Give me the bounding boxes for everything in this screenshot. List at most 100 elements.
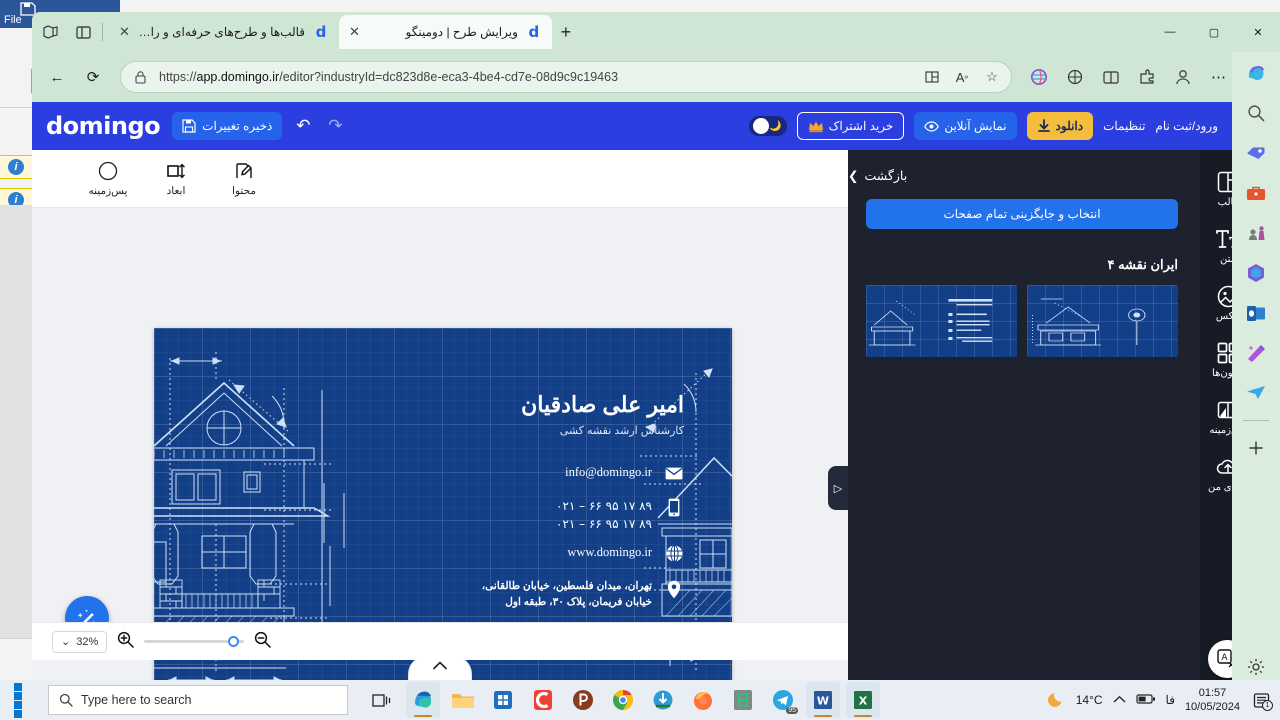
download-button[interactable]: دانلود xyxy=(1026,112,1094,140)
taskbar-app-microsoft-store[interactable] xyxy=(486,682,520,718)
close-icon[interactable]: ✕ xyxy=(119,24,130,40)
games-icon[interactable] xyxy=(1243,220,1269,246)
notifications-button[interactable]: 1 xyxy=(1250,689,1273,711)
icons-grid-icon xyxy=(1200,340,1232,366)
tab-actions-icon[interactable] xyxy=(38,19,64,45)
buy-subscription-button[interactable]: خرید اشتراک xyxy=(796,112,905,140)
settings-link[interactable]: تنظیمات xyxy=(1103,119,1145,133)
login-register-link[interactable]: ورود/ثبت نام xyxy=(1155,119,1218,133)
maximize-button[interactable]: ▢ xyxy=(1192,15,1236,49)
rail-item-template[interactable]: قالب xyxy=(1200,160,1232,217)
taskbar-app-word[interactable]: W xyxy=(806,682,840,718)
reload-button[interactable]: ⟳ xyxy=(78,62,108,92)
template-layout-icon xyxy=(1200,169,1232,195)
rail-item-background[interactable]: پس‌زمینه xyxy=(1200,388,1232,445)
taskbar-app-camtasia[interactable] xyxy=(526,682,560,718)
dark-mode-toggle[interactable]: 🌙 xyxy=(748,116,787,136)
taskbar-app-edge[interactable] xyxy=(406,682,440,718)
text-type-icon xyxy=(1200,226,1232,252)
taskbar-app-file-explorer[interactable] xyxy=(446,682,480,718)
card-text-block[interactable]: امیر علی صادقیان کارشناس ارشد نقشه کشی i… xyxy=(324,392,684,611)
image-creator-icon[interactable] xyxy=(1243,340,1269,366)
shopping-tag-icon[interactable] xyxy=(1243,140,1269,166)
excel-icon: X xyxy=(854,691,872,709)
template-thumbnails xyxy=(848,285,1200,357)
preview-online-button[interactable]: نمایش آنلاین xyxy=(914,112,1017,140)
divider xyxy=(102,23,103,41)
domingo-favicon: d xyxy=(315,23,327,41)
send-icon[interactable] xyxy=(1243,380,1269,406)
taskbar-app-notepad[interactable] xyxy=(726,682,760,718)
toolbar-item-background[interactable]: پس‌زمینه xyxy=(84,160,132,197)
new-tab-button[interactable]: + xyxy=(552,18,580,46)
zoom-slider-handle[interactable] xyxy=(228,636,240,647)
extensions-icon[interactable] xyxy=(1132,62,1162,92)
replace-all-pages-button[interactable]: انتخاب و جایگزینی تمام صفحات xyxy=(866,199,1178,229)
language-indicator[interactable]: فا xyxy=(1166,693,1175,707)
back-button[interactable]: ← xyxy=(42,62,72,92)
taskbar-app-firefox[interactable] xyxy=(686,682,720,718)
rail-item-text[interactable]: متن xyxy=(1200,217,1232,274)
copilot-icon[interactable] xyxy=(1243,60,1269,86)
canvas-area[interactable]: امیر علی صادقیان کارشناس ارشد نقشه کشی i… xyxy=(32,208,848,690)
translate-floating-button[interactable]: A xyxy=(1208,640,1232,678)
zoom-out-button[interactable] xyxy=(254,631,271,652)
address-bar[interactable]: https://app.domingo.ir/editor?industryId… xyxy=(120,61,1012,93)
tools-icon[interactable] xyxy=(1243,180,1269,206)
profile-icon[interactable] xyxy=(1168,62,1198,92)
collections-icon[interactable] xyxy=(1060,62,1090,92)
add-icon[interactable] xyxy=(1243,435,1269,461)
redo-button[interactable]: ↷ xyxy=(324,116,346,136)
start-button[interactable] xyxy=(0,680,44,720)
microsoft-store-icon xyxy=(494,691,512,709)
office-icon[interactable] xyxy=(1243,260,1269,286)
browser-tab-1[interactable]: d قالب‌ها و طرح‌های حرفه‌ای و رایگان ✕ xyxy=(109,15,339,49)
expand-panel-handle[interactable]: ▷ xyxy=(828,466,848,510)
outlook-icon[interactable] xyxy=(1243,300,1269,326)
favorite-star-icon[interactable]: ☆ xyxy=(981,66,1003,88)
zoom-slider[interactable] xyxy=(144,636,245,647)
taskbar-app-potplayer[interactable] xyxy=(566,682,600,718)
minimize-button[interactable]: — xyxy=(1148,15,1192,49)
zoom-level-select[interactable]: ⌄ 32% xyxy=(52,630,108,653)
weather-temperature[interactable]: 14°C xyxy=(1076,693,1103,707)
edge-browser-window: d قالب‌ها و طرح‌های حرفه‌ای و رایگان ✕ d… xyxy=(32,12,1280,690)
battery-icon[interactable] xyxy=(1135,693,1156,708)
task-view-button[interactable] xyxy=(362,680,402,720)
split-screen-icon[interactable] xyxy=(921,66,943,88)
divider xyxy=(1243,420,1269,421)
taskbar-app-chrome[interactable] xyxy=(606,682,640,718)
settings-more-icon[interactable]: ⋯ xyxy=(1204,62,1234,92)
settings-gear-icon[interactable] xyxy=(1243,654,1269,680)
page-1-thumbnail[interactable] xyxy=(1027,285,1178,357)
toolbar-item-dimensions[interactable]: ابعاد xyxy=(152,160,200,197)
card-role: کارشناس ارشد نقشه کشی xyxy=(559,425,684,437)
search-placeholder: Type here to search xyxy=(81,693,192,707)
rail-item-my-space[interactable]: فضای من xyxy=(1200,445,1232,502)
taskbar-app-telegram[interactable]: 95 xyxy=(766,682,800,718)
card-phone-group: ۰۲۱ – ۶۶ ۹۵ ۱۷ ۸۹ ۰۲۱ – ۶۶ ۹۵ ۱۷ ۸۹ xyxy=(556,497,652,533)
rail-item-icons[interactable]: آیکون‌ها xyxy=(1200,331,1232,388)
toolbar-item-content[interactable]: محتوا xyxy=(220,160,268,197)
split-icon[interactable] xyxy=(1096,62,1126,92)
taskbar-search-box[interactable]: Type here to search xyxy=(48,685,348,715)
undo-button[interactable]: ↶ xyxy=(292,116,314,136)
back-button[interactable]: بازگشت ❯ xyxy=(848,150,1200,183)
tab-vertical-layout-icon[interactable] xyxy=(70,19,96,45)
rail-item-image[interactable]: عکس xyxy=(1200,274,1232,331)
show-hidden-icons-icon[interactable] xyxy=(1113,693,1126,707)
search-icon[interactable] xyxy=(1243,100,1269,126)
save-changes-button[interactable]: ذخیره تغییرات xyxy=(172,112,283,140)
domingo-logo[interactable]: domingo xyxy=(46,112,161,140)
browser-essentials-icon[interactable] xyxy=(1024,62,1054,92)
close-icon[interactable]: ✕ xyxy=(349,24,360,40)
close-window-button[interactable]: ✕ xyxy=(1236,15,1280,49)
browser-tab-2[interactable]: d ویرایش طرح | دومینگو ✕ xyxy=(339,15,552,49)
taskbar-app-idm[interactable] xyxy=(646,682,680,718)
read-aloud-icon[interactable]: A» xyxy=(951,66,973,88)
taskbar-app-excel[interactable]: X xyxy=(846,682,880,718)
taskbar-clock[interactable]: 01:57 10/05/2024 xyxy=(1185,686,1240,715)
moon-icon[interactable] xyxy=(1047,690,1066,711)
page-2-thumbnail[interactable] xyxy=(866,285,1017,357)
zoom-in-button[interactable] xyxy=(117,631,134,652)
